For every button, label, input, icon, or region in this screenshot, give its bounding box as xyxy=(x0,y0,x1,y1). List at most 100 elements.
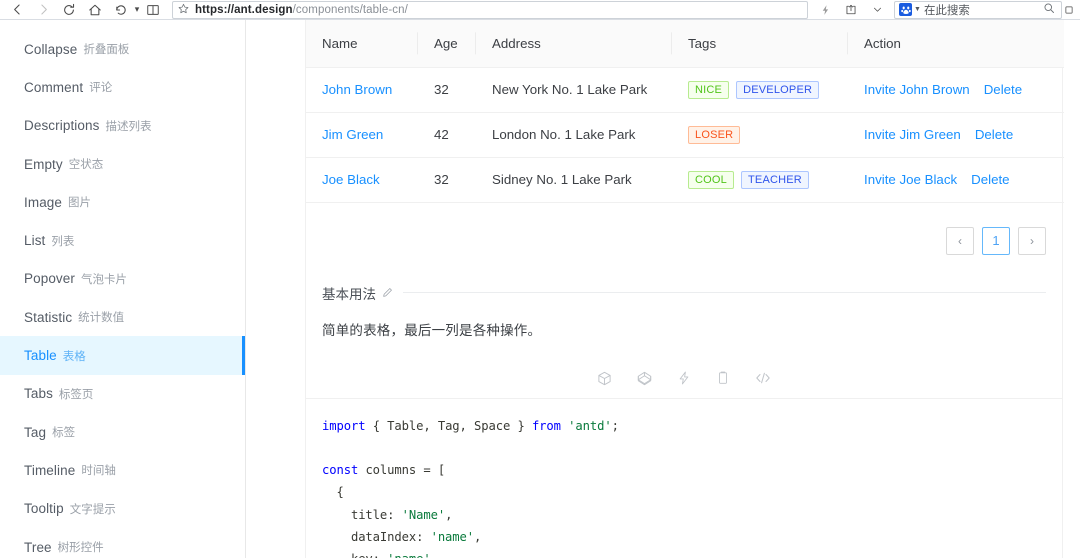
tag-badge[interactable]: NICE xyxy=(688,80,730,99)
cell-action: Invite John Brown Delete xyxy=(848,67,1064,113)
thunderbolt-icon[interactable] xyxy=(677,371,691,385)
sidebar-item-label: Empty xyxy=(24,156,63,172)
invite-link[interactable]: Invite Joe Black xyxy=(864,172,957,187)
sidebar-item-collapse[interactable]: Collapse 折叠面板 xyxy=(0,30,245,68)
share-icon[interactable] xyxy=(838,1,864,19)
sidebar-item-descriptions[interactable]: Descriptions 描述列表 xyxy=(0,107,245,145)
pagination-next-button[interactable]: › xyxy=(1018,226,1046,255)
sidebar-item-label-cn: 标签 xyxy=(52,427,76,440)
tag-badge[interactable]: DEVELOPER xyxy=(736,80,820,99)
column-header-action[interactable]: Action xyxy=(848,20,1064,68)
demo-description: 简单的表格，最后一列是各种操作。 xyxy=(322,322,542,338)
table-row[interactable]: Joe Black 32 Sidney No. 1 Lake Park COOL… xyxy=(306,157,1064,203)
tag-badge[interactable]: LOSER xyxy=(688,125,741,144)
sidebar-item-statistic[interactable]: Statistic 统计数值 xyxy=(0,298,245,336)
delete-link[interactable]: Delete xyxy=(971,172,1009,187)
forward-button xyxy=(30,1,56,19)
browser-search-box[interactable]: ▼ 在此搜索 xyxy=(894,0,1062,19)
tag-badge[interactable]: COOL xyxy=(688,170,734,189)
url-domain: https://ant.design xyxy=(195,3,293,16)
sidebar-item-label: Tag xyxy=(24,424,47,440)
url-text: https://ant.design/components/table-cn/ xyxy=(195,4,408,16)
codepen-icon[interactable] xyxy=(637,371,652,386)
refresh-button[interactable] xyxy=(56,1,82,19)
name-link[interactable]: Jim Green xyxy=(322,127,383,142)
cell-age: 32 xyxy=(418,67,476,113)
demo-action-icons[interactable] xyxy=(306,359,1062,399)
invite-link[interactable]: Invite Jim Green xyxy=(864,127,961,142)
sidebar-item-label: Tree xyxy=(24,539,52,555)
demo-meta: 基本用法 简单的表格，最后一列是各种操作。 xyxy=(306,263,1062,339)
search-engine-caret[interactable]: ▼ xyxy=(914,6,921,13)
sidebar-item-label-cn: 文字提示 xyxy=(69,503,116,516)
copy-icon[interactable] xyxy=(716,371,730,385)
sidebar-item-tabs[interactable]: Tabs 标签页 xyxy=(0,375,245,413)
sidebar-item-table[interactable]: Table 表格 xyxy=(0,336,245,375)
address-bar[interactable]: https://ant.design/components/table-cn/ xyxy=(172,0,808,19)
delete-link[interactable]: Delete xyxy=(975,127,1013,142)
invite-link[interactable]: Invite John Brown xyxy=(864,82,970,97)
demo-card: Name Age Address Tags Action John Brown … xyxy=(305,20,1064,558)
chevron-down-icon[interactable] xyxy=(864,1,890,19)
home-button[interactable] xyxy=(82,1,108,19)
sidebar-item-empty[interactable]: Empty 空状态 xyxy=(0,145,245,183)
sidebar-item-tree[interactable]: Tree 树形控件 xyxy=(0,528,245,558)
cell-tags: NICE DEVELOPER xyxy=(672,67,848,113)
back-button[interactable] xyxy=(4,1,30,19)
table-header: Name Age Address Tags Action xyxy=(306,20,1064,68)
window-more-icon[interactable] xyxy=(1062,5,1076,15)
sidebar-item-list[interactable]: List 列表 xyxy=(0,221,245,259)
main-content: Name Age Address Tags Action John Brown … xyxy=(246,20,1080,558)
sidebar-item-label: Descriptions xyxy=(24,118,100,134)
sidebar-item-label-cn: 描述列表 xyxy=(105,120,152,133)
sidebar-item-image[interactable]: Image 图片 xyxy=(0,183,245,221)
demo-title: 基本用法 xyxy=(322,286,376,302)
url-path: /components/table-cn/ xyxy=(292,3,408,16)
star-icon[interactable] xyxy=(178,1,189,19)
pagination-page-1[interactable]: 1 xyxy=(982,226,1010,255)
data-table: Name Age Address Tags Action John Brown … xyxy=(306,20,1064,203)
browser-right-icons: ▼ 在此搜索 xyxy=(812,0,1076,19)
pencil-edit-icon[interactable] xyxy=(382,287,393,298)
column-header-name[interactable]: Name xyxy=(306,20,418,68)
browser-search-input[interactable]: 在此搜索 xyxy=(924,2,1043,18)
sidebar-item-label: Collapse xyxy=(24,41,78,57)
cell-age: 32 xyxy=(418,157,476,203)
sidebar-item-tag[interactable]: Tag 标签 xyxy=(0,413,245,451)
pagination[interactable]: ‹ 1 › xyxy=(306,203,1062,263)
sidebar-item-tooltip[interactable]: Tooltip 文字提示 xyxy=(0,490,245,528)
cell-tags: LOSER xyxy=(672,112,848,158)
sidebar-item-label: Tabs xyxy=(24,386,53,402)
sidebar-item-label-cn: 标签页 xyxy=(58,388,94,401)
browser-toolbar: ▾ https://ant.design/components/table-cn… xyxy=(0,0,1080,20)
sidebar-item-label-cn: 图片 xyxy=(68,197,92,210)
sidebar-item-label-cn: 折叠面板 xyxy=(83,44,130,57)
codesandbox-icon[interactable] xyxy=(597,371,612,386)
table-row[interactable]: John Brown 32 New York No. 1 Lake Park N… xyxy=(306,67,1064,113)
name-link[interactable]: Joe Black xyxy=(322,172,380,187)
pagination-prev-button[interactable]: ‹ xyxy=(946,226,974,255)
sidebar-item-comment[interactable]: Comment 评论 xyxy=(0,68,245,106)
sidebar-item-timeline[interactable]: Timeline 时间轴 xyxy=(0,451,245,489)
sidebar-item-label: Popover xyxy=(24,271,75,287)
table-row[interactable]: Jim Green 42 London No. 1 Lake Park LOSE… xyxy=(306,112,1064,158)
column-header-tags[interactable]: Tags xyxy=(672,20,848,68)
lightning-icon[interactable] xyxy=(812,1,838,19)
magnifier-icon[interactable] xyxy=(1043,1,1055,19)
column-header-address[interactable]: Address xyxy=(476,20,672,68)
name-link[interactable]: John Brown xyxy=(322,82,392,97)
sidebar-item-label: Comment xyxy=(24,79,84,95)
code-block[interactable]: import { Table, Tag, Space } from 'antd'… xyxy=(306,399,1062,558)
code-expand-icon[interactable] xyxy=(755,370,771,386)
delete-link[interactable]: Delete xyxy=(984,82,1022,97)
component-sidebar[interactable]: Collapse 折叠面板 Comment 评论 Descriptions 描述列表 … xyxy=(0,20,246,558)
cell-action: Invite Joe Black Delete xyxy=(848,157,1064,203)
sidebar-item-popover[interactable]: Popover 气泡卡片 xyxy=(0,260,245,298)
tag-badge[interactable]: TEACHER xyxy=(740,170,809,189)
sidebar-item-label: List xyxy=(24,233,46,249)
baidu-search-engine-icon[interactable] xyxy=(899,3,912,16)
column-header-age[interactable]: Age xyxy=(418,20,476,68)
history-button[interactable] xyxy=(108,1,134,19)
reading-list-button[interactable] xyxy=(140,1,166,19)
cell-address: Sidney No. 1 Lake Park xyxy=(476,157,672,203)
